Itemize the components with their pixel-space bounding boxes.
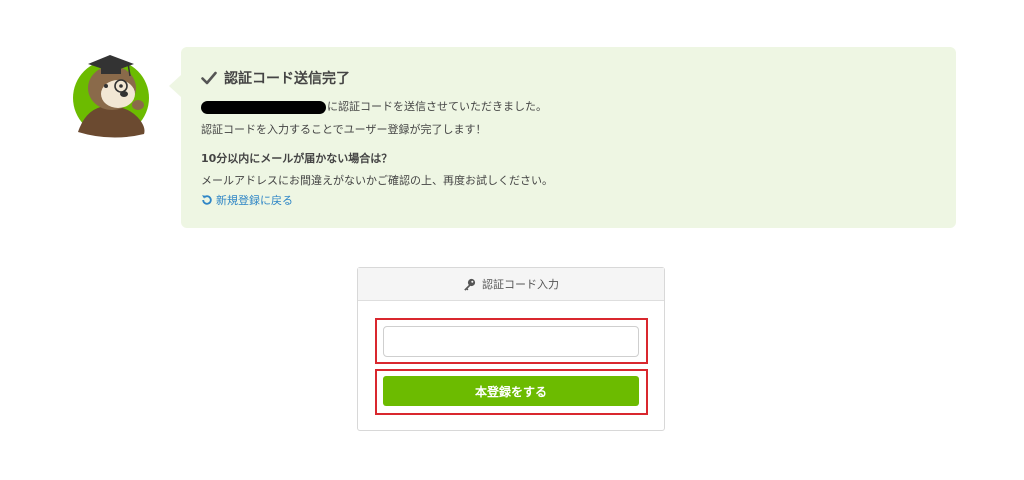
verification-code-panel: 認証コード入力 本登録をする [357,267,665,431]
complete-registration-button[interactable]: 本登録をする [383,376,639,406]
sent-message: に認証コードを送信させていただきました。 [201,98,547,114]
sent-message-text: に認証コードを送信させていただきました。 [327,100,547,113]
notice-title: 認証コード送信完了 [201,68,350,88]
notice-title-text: 認証コード送信完了 [224,71,350,87]
redacted-email [201,100,326,114]
back-to-signup-link[interactable]: 新規登録に戻る [201,192,293,208]
verification-sent-notice: 認証コード送信完了 に認証コードを送信させていただきました。 認証コードを入力す… [169,47,956,228]
instruction-text: 認証コードを入力することでユーザー登録が完了します！ [201,123,487,136]
panel-header: 認証コード入力 [358,268,664,301]
check-icon [201,71,217,85]
key-icon [464,278,476,291]
verification-code-input[interactable] [383,326,639,357]
refresh-icon [202,195,212,205]
not-received-body: メールアドレスにお間違えがないかご確認の上、再度お試しください。 [201,174,553,187]
mascot-avatar [66,50,156,140]
back-to-signup-label: 新規登録に戻る [216,194,293,207]
not-received-heading: 10分以内にメールが届かない場合は？ [201,152,393,165]
panel-header-label: 認証コード入力 [482,278,559,291]
